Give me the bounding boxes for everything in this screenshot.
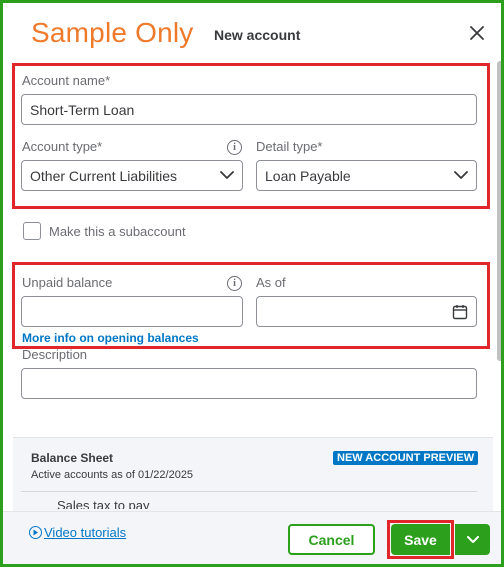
- info-icon[interactable]: i: [227, 140, 242, 155]
- chevron-down-icon: [454, 171, 468, 179]
- sample-watermark: Sample Only: [31, 17, 194, 48]
- account-type-value: Other Current Liabilities: [30, 167, 178, 184]
- panel-title: New account: [214, 27, 301, 43]
- as-of-date-input[interactable]: [256, 296, 477, 327]
- subaccount-label: Make this a subaccount: [49, 224, 186, 239]
- save-button[interactable]: Save: [391, 524, 450, 555]
- description-input[interactable]: [21, 368, 477, 399]
- cancel-button[interactable]: Cancel: [288, 524, 375, 555]
- video-tutorials-link[interactable]: Video tutorials: [29, 525, 126, 540]
- account-type-label: Account type*: [22, 139, 103, 154]
- scrollbar-thumb[interactable]: [497, 61, 501, 361]
- unpaid-balance-input[interactable]: [21, 296, 243, 327]
- account-name-input[interactable]: [21, 94, 477, 125]
- balance-sheet-row: Sales tax to pay: [57, 498, 150, 509]
- info-icon[interactable]: i: [227, 276, 242, 291]
- close-icon: [470, 26, 484, 40]
- detail-type-label: Detail type*: [256, 139, 323, 154]
- more-info-opening-balances-link[interactable]: More info on opening balances: [22, 331, 199, 345]
- chevron-down-icon: [220, 171, 234, 179]
- video-tutorials-label: Video tutorials: [44, 525, 127, 540]
- chevron-down-icon: [466, 535, 479, 543]
- close-button[interactable]: [465, 21, 489, 45]
- balance-sheet-subtitle: Active accounts as of 01/22/2025: [31, 469, 194, 481]
- unpaid-balance-label: Unpaid balance: [22, 275, 113, 290]
- save-options-button[interactable]: [455, 524, 490, 555]
- divider: [21, 491, 477, 492]
- calendar-icon[interactable]: [452, 304, 468, 320]
- account-type-select[interactable]: Other Current Liabilities: [21, 160, 243, 191]
- new-account-preview-badge: NEW ACCOUNT PREVIEW: [333, 451, 479, 465]
- play-icon: [29, 526, 42, 539]
- account-name-label: Account name*: [22, 73, 111, 88]
- as-of-label: As of: [256, 275, 286, 290]
- description-label: Description: [22, 347, 88, 362]
- subaccount-checkbox[interactable]: [23, 222, 41, 240]
- new-account-panel: Sample Only New account Account name* Ac…: [0, 0, 504, 567]
- detail-type-select[interactable]: Loan Payable: [256, 160, 477, 191]
- balance-sheet-title: Balance Sheet: [31, 451, 114, 465]
- detail-type-value: Loan Payable: [265, 167, 351, 184]
